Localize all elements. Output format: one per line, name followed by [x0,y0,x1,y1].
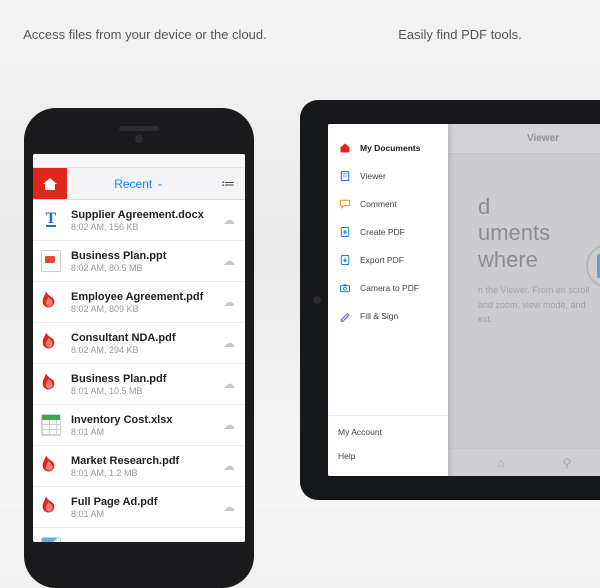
sign-icon [338,309,352,323]
cloud-status-icon: ☁ [221,541,237,542]
file-meta: 8:02 AM, 80.5 MB [71,263,221,273]
cloud-status-icon: ☁ [221,336,237,350]
phone-screen: Recent ⌄ ≔ TSupplier Agreement.docx8:02 … [33,154,245,542]
file-meta: 8:02 AM, 294 KB [71,345,221,355]
phone-topbar: Recent ⌄ ≔ [33,168,245,200]
tools-panel: My Documents Viewer Comment Create PDF Expor… [328,124,448,476]
cloud-status-icon: ☁ [221,295,237,309]
home-button[interactable] [33,168,67,199]
phone-statusbar [33,154,245,168]
file-name: Magazine Article.jpg [71,542,221,543]
file-name: Business Plan.ppt [71,250,221,262]
tablet-device-frame: Viewer Undo d uments where n the Viewer.… [300,100,600,500]
tools-item-viewer[interactable]: Viewer [328,162,448,190]
pdf-icon [41,494,61,521]
file-row[interactable]: Business Plan.ppt8:02 AM, 80.5 MB☁ [33,241,245,282]
file-name: Business Plan.pdf [71,373,221,385]
chevron-down-icon: ⌄ [156,178,164,189]
recent-dropdown[interactable]: Recent ⌄ [67,168,211,199]
xls-icon [41,414,61,436]
ppt-icon [41,250,61,272]
tools-item-comment[interactable]: Comment [328,190,448,218]
file-meta: 8:01 AM, 10.5 MB [71,386,221,396]
file-name: Supplier Agreement.docx [71,209,221,221]
view-toggle-button[interactable]: ≔ [211,168,245,199]
camera-icon [338,281,352,295]
tools-item-sign[interactable]: Fill & Sign [328,302,448,330]
file-row[interactable]: Consultant NDA.pdf8:02 AM, 294 KB☁ [33,323,245,364]
tools-item-my-account[interactable]: My Account [328,420,448,444]
tools-item-label: Viewer [360,171,386,181]
home-icon [43,178,57,190]
tools-item-label: My Account [338,427,382,437]
home-icon [338,141,352,155]
file-name: Consultant NDA.pdf [71,332,221,344]
file-row[interactable]: Magazine Article.jpg☁ [33,528,245,542]
file-meta: 8:01 AM, 1.2 MB [71,468,221,478]
cloud-status-icon: ☁ [221,254,237,268]
file-row[interactable]: T Supplier Agreement.docx8:02 AM, 156 KB☁ [33,200,245,241]
file-meta: 8:01 AM [71,509,221,519]
tools-item-help[interactable]: Help [328,444,448,468]
file-name: Inventory Cost.xlsx [71,414,221,426]
image-icon [41,537,61,542]
viewer-icon [338,169,352,183]
file-name: Full Page Ad.pdf [71,496,221,508]
tools-item-create[interactable]: Create PDF [328,218,448,246]
tools-item-camera[interactable]: Camera to PDF [328,274,448,302]
cloud-status-icon: ☁ [221,500,237,514]
caption-right: Easily find PDF tools. [360,26,560,44]
phone-device-frame: Recent ⌄ ≔ TSupplier Agreement.docx8:02 … [24,108,254,588]
tools-item-label: My Documents [360,143,420,153]
file-row[interactable]: Market Research.pdf8:01 AM, 1.2 MB☁ [33,446,245,487]
tablet-screen: Viewer Undo d uments where n the Viewer.… [328,124,600,476]
pdf-icon [41,453,61,480]
file-row[interactable]: Inventory Cost.xlsx8:01 AM☁ [33,405,245,446]
file-row[interactable]: Full Page Ad.pdf8:01 AM☁ [33,487,245,528]
pdf-icon [41,330,61,357]
caption-left: Access files from your device or the clo… [20,26,270,44]
recent-label: Recent [114,177,152,191]
file-name: Employee Agreement.pdf [71,291,221,303]
list-icon: ≔ [221,175,235,192]
tools-item-label: Help [338,451,355,461]
file-row[interactable]: Employee Agreement.pdf8:02 AM, 809 KB☁ [33,282,245,323]
tools-item-label: Export PDF [360,255,404,265]
cloud-status-icon: ☁ [221,213,237,227]
file-meta: 8:01 AM [71,427,221,437]
tools-item-label: Create PDF [360,227,405,237]
tools-item-export[interactable]: Export PDF [328,246,448,274]
tools-item-label: Camera to PDF [360,283,419,293]
file-list: TSupplier Agreement.docx8:02 AM, 156 KB☁… [33,200,245,542]
pdf-icon [41,289,61,316]
pdf-icon [41,371,61,398]
export-icon [338,253,352,267]
file-name: Market Research.pdf [71,455,221,467]
cloud-status-icon: ☁ [221,418,237,432]
file-meta: 8:02 AM, 156 KB [71,222,221,232]
create-icon [338,225,352,239]
file-meta: 8:02 AM, 809 KB [71,304,221,314]
cloud-status-icon: ☁ [221,459,237,473]
file-row[interactable]: Business Plan.pdf8:01 AM, 10.5 MB☁ [33,364,245,405]
tablet-dim-overlay[interactable] [448,124,600,476]
comment-icon [338,197,352,211]
tools-item-label: Fill & Sign [360,311,398,321]
tools-item-label: Comment [360,199,397,209]
doc-icon: T [46,213,57,228]
tools-item-home[interactable]: My Documents [328,134,448,162]
cloud-status-icon: ☁ [221,377,237,391]
